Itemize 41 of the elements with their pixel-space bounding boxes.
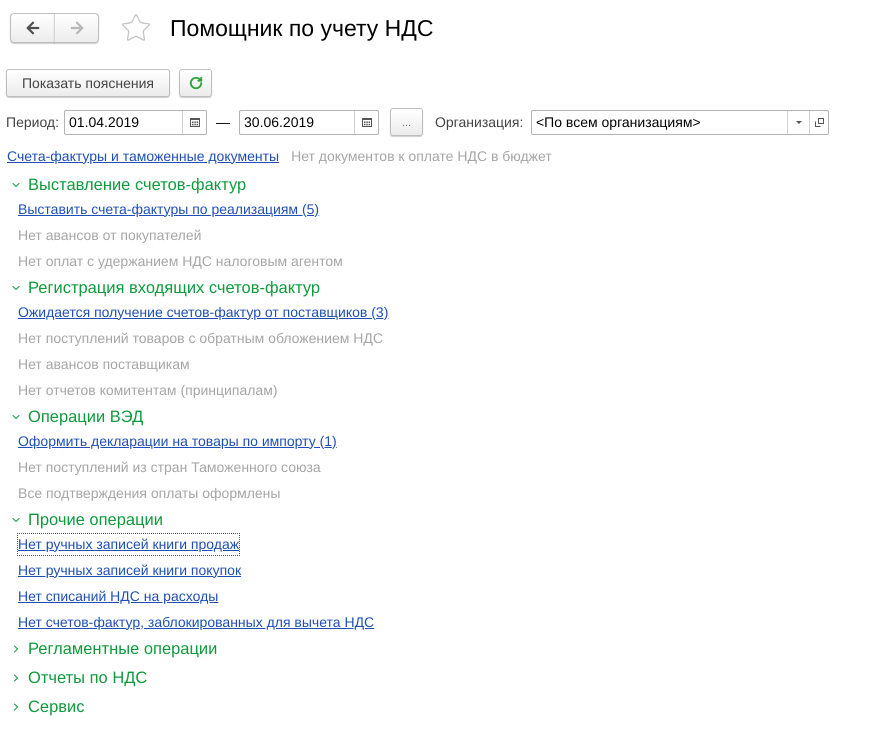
section-header[interactable]: Выставление счетов-фактур (10, 174, 246, 196)
task-link[interactable]: Нет списаний НДС на расходы (17, 584, 220, 608)
date-field[interactable]: 01.04.2019 (64, 110, 207, 134)
status-text: Нет отчетов комитентам (принципалам) (17, 380, 278, 400)
star-icon[interactable] (120, 12, 152, 44)
organization-label: Организация: (435, 112, 524, 132)
status-text: Нет поступлений товаров с обратным обложением НДС (17, 328, 384, 348)
window-title: Помощник по учету НДС (170, 14, 434, 42)
task-link[interactable]: Нет ручных записей книги покупок (17, 558, 242, 582)
period-select-button[interactable]: ... (390, 108, 423, 136)
dash-separator: — (216, 112, 230, 132)
section-header[interactable]: Операции ВЭД (10, 406, 144, 428)
section-header[interactable]: Регламентные операции (10, 638, 218, 660)
caret-down-icon (796, 120, 802, 124)
show-explanations-button[interactable]: Показать пояснения (6, 69, 170, 97)
date-field[interactable]: 30.06.2019 (239, 110, 379, 134)
status-text: Нет авансов от покупателей (17, 226, 202, 245)
status-text: Нет авансов поставщикам (17, 354, 191, 374)
section-header[interactable]: Прочие операции (10, 509, 163, 531)
task-link[interactable]: Ожидается получение счетов-фактур от поставщиков (3) (17, 300, 390, 324)
refresh-icon (188, 76, 202, 90)
section-header[interactable]: Сервис (10, 696, 85, 718)
status-text: Нет поступлений из стран Таможенного союза (17, 458, 322, 477)
refresh-button[interactable] (179, 69, 212, 97)
arrow-right-icon (68, 19, 86, 37)
back-button[interactable] (10, 13, 55, 43)
documents-link[interactable]: Счета-фактуры и таможенные документы (7, 146, 280, 166)
task-link[interactable]: Нет ручных записей книги продаж (17, 532, 240, 556)
period-label: Период: (6, 112, 60, 132)
organization-field[interactable]: <По всем организациям> (531, 110, 829, 134)
status-text: Нет документов к оплате НДС в бюджет (291, 146, 552, 166)
section-header[interactable]: Отчеты по НДС (10, 667, 148, 689)
task-link[interactable]: Оформить декларации на товары по импорту (1) (17, 430, 338, 452)
section-header[interactable]: Регистрация входящих счетов-фактур (10, 277, 320, 299)
calendar-icon (190, 117, 200, 127)
task-link[interactable]: Выставить счета-фактуры по реализациям (5) (17, 198, 320, 220)
overlapping-squares-icon (814, 118, 824, 126)
task-link[interactable]: Нет счетов-фактур, заблокированных для вычета НДС (17, 610, 376, 634)
status-text: Нет оплат с удержанием НДС налоговым агентом (17, 252, 344, 271)
status-text: Все подтверждения оплаты оформлены (17, 484, 282, 503)
calendar-icon (362, 117, 372, 127)
